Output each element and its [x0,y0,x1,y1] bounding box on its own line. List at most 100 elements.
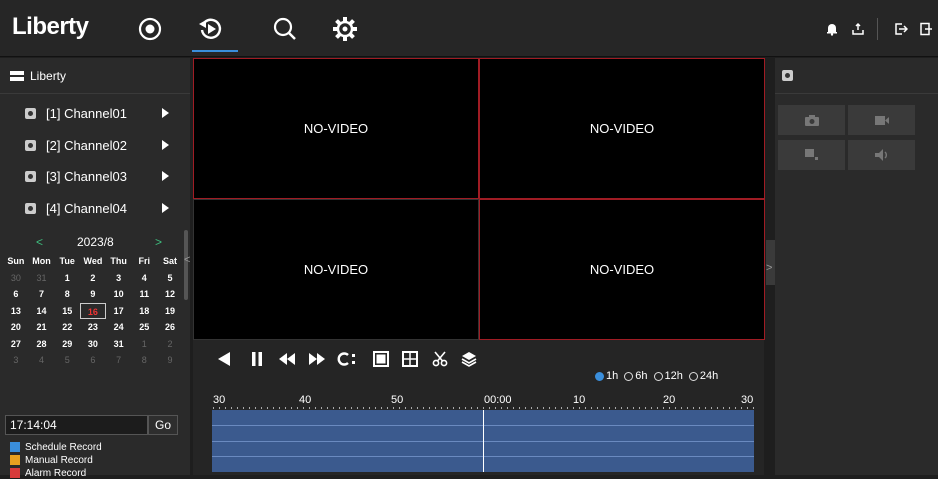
video-tile[interactable]: NO-VIDEO [193,199,479,340]
calendar-month: 2023/8 [77,235,114,249]
calendar-day[interactable]: 29 [54,336,80,353]
snapshot-icon[interactable] [778,105,845,135]
calendar-day-outside: 31 [36,272,47,283]
user-icon[interactable] [851,22,867,38]
calendar-day[interactable]: 24 [106,319,132,336]
rewind-icon[interactable] [276,348,298,370]
channel-item[interactable]: [3] Channel03 [0,161,185,191]
collapse-right-button[interactable]: > [766,262,772,274]
fast-forward-icon[interactable] [306,348,328,370]
go-button[interactable]: Go [148,415,178,435]
reverse-play-icon[interactable] [213,348,235,370]
prev-month-button[interactable]: < [36,235,43,249]
range-option-12h[interactable]: 12h [653,370,683,382]
calendar-day[interactable]: 2 [80,270,106,287]
calendar-day[interactable]: 15 [54,303,80,320]
device-tree-root[interactable]: Liberty [0,58,190,94]
right-panel-header [775,58,938,94]
calendar-day[interactable]: 20 [3,319,29,336]
calendar-day-outside: 2 [167,338,173,349]
pause-icon[interactable] [246,348,268,370]
logout-icon[interactable] [894,22,910,38]
calendar-day[interactable]: 10 [106,286,132,303]
collapse-left-button[interactable]: < [184,254,190,266]
record-timeline[interactable] [212,410,754,472]
legend-alarm-record: Alarm Record [10,467,86,479]
calendar-day[interactable]: 21 [29,319,55,336]
playback-controls: 1h 6h 12h 24h 30 40 50 00:00 10 20 30 [193,340,764,475]
layers-icon[interactable] [458,348,480,370]
playback-icon[interactable] [192,12,238,52]
channel-label: [3] Channel03 [46,168,127,184]
calendar-day[interactable]: 14 [29,303,55,320]
calendar-day[interactable]: 23 [80,319,106,336]
sync-icon[interactable] [336,348,358,370]
calendar-day[interactable]: 11 [131,286,157,303]
clip-icon[interactable] [429,348,451,370]
calendar-day-outside: 4 [39,355,45,365]
calendar-day[interactable]: 26 [157,319,183,336]
play-icon[interactable] [162,171,169,181]
calendar-day[interactable]: 28 [29,336,55,353]
range-option-1h[interactable]: 1h [595,370,618,382]
play-icon[interactable] [162,140,169,150]
calendar-day[interactable]: 8 [54,286,80,303]
legend-schedule-record: Schedule Record [10,441,102,453]
calendar-day[interactable]: 5 [157,270,183,287]
range-option-24h[interactable]: 24h [688,370,719,382]
calendar-day[interactable]: 19 [157,303,183,320]
camera-icon [25,107,36,119]
play-icon[interactable] [162,203,169,213]
channel-item[interactable]: [2] Channel02 [0,130,185,160]
exit-icon[interactable] [919,22,935,38]
weekday-label: Sun [7,256,25,266]
play-icon[interactable] [162,108,169,118]
search-icon[interactable] [268,12,302,46]
alarm-bell-icon[interactable] [825,22,841,38]
calendar-day[interactable]: 4 [131,270,157,287]
record-icon[interactable] [848,105,915,135]
channel-item[interactable]: [4] Channel04 [0,193,185,223]
calendar-day[interactable]: 27 [3,336,29,353]
next-month-button[interactable]: > [155,235,162,249]
calendar-day[interactable]: 22 [54,319,80,336]
range-label: 24h [699,370,719,382]
calendar-day[interactable]: 9 [80,286,106,303]
calendar-day[interactable]: 18 [131,303,157,320]
calendar-week: 27 28 29 30 31 1 2 [3,336,183,353]
calendar-day[interactable]: 31 [106,336,132,353]
calendar-day[interactable]: 17 [106,303,132,320]
calendar-day[interactable]: 16 [80,302,106,319]
ruler-label: 30 [741,394,754,406]
quad-view-icon[interactable] [399,348,421,370]
radio-icon [688,371,698,381]
settings-icon[interactable] [328,12,362,46]
channel-item[interactable]: [1] Channel01 [0,98,185,128]
ptz-icon[interactable] [778,140,845,170]
radio-icon [595,371,604,381]
calendar-day[interactable]: 3 [106,270,132,287]
legend-swatch [10,455,20,465]
time-input[interactable]: 17:14:04 [5,415,148,435]
calendar-day[interactable]: 6 [3,286,29,303]
calendar-grid: Sun Mon Tue Wed Thu Fri Sat 30 31 1 2 3 4 5 6 7 8 9 10 11 12… [3,253,183,369]
video-tile[interactable]: NO-VIDEO [479,199,765,340]
timeline-cursor[interactable] [483,410,484,472]
calendar-day[interactable]: 1 [54,270,80,287]
calendar-day[interactable]: 12 [157,286,183,303]
calendar-day[interactable]: 13 [3,303,29,320]
right-panel [775,58,938,475]
legend-swatch [10,442,20,452]
camera-icon [25,139,36,151]
video-tile[interactable]: NO-VIDEO [479,58,765,199]
single-view-icon[interactable] [370,348,392,370]
calendar-week: 6 7 8 9 10 11 12 [3,286,183,303]
video-tile[interactable]: NO-VIDEO [193,58,479,199]
calendar-day[interactable]: 25 [131,319,157,336]
audio-icon[interactable] [848,140,915,170]
calendar-day[interactable]: 30 [80,336,106,353]
channel-label: [4] Channel04 [46,200,127,216]
calendar-day[interactable]: 7 [29,286,55,303]
live-view-icon[interactable] [133,12,167,46]
range-option-6h[interactable]: 6h [624,370,648,382]
